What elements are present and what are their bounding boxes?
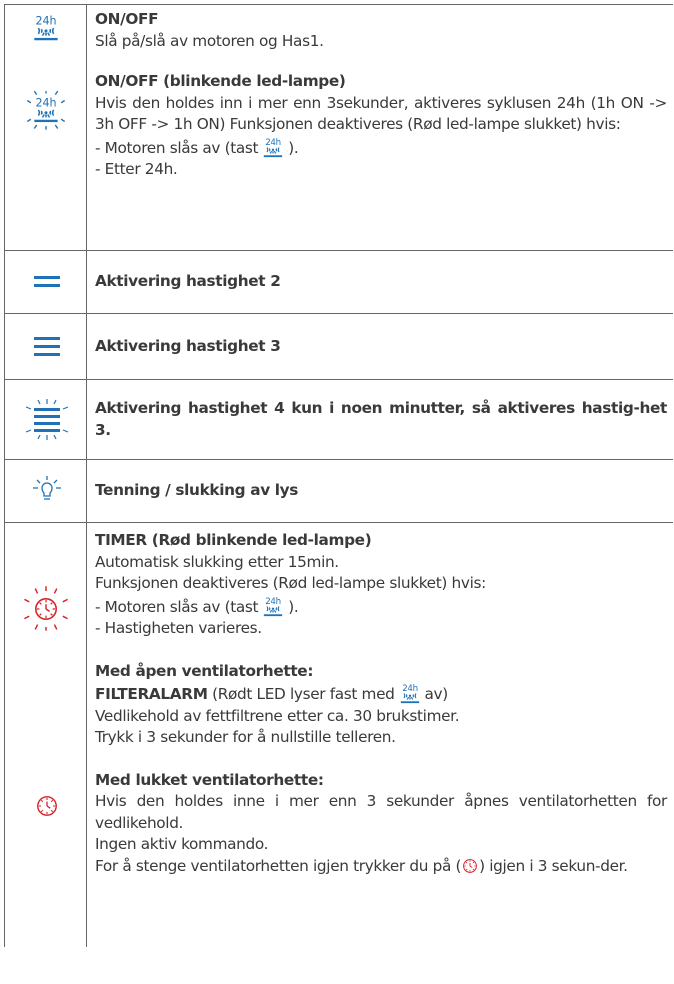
speed-4-title: Aktivering hastighet 4 kun i noen minutt…: [95, 399, 667, 439]
icon-column: [4, 314, 87, 379]
24h-fan-blinking-icon: [26, 90, 66, 130]
onoff-title: ON/OFF: [95, 10, 159, 28]
speed-3-title: Aktivering hastighet 3: [95, 336, 281, 355]
filter-open-line-3: Trykk i 3 sekunder for å nullstille tell…: [95, 728, 396, 746]
onoff-blink-item-1: - Motoren slås av (tast).: [95, 136, 667, 160]
timer-item-2: - Hastigheten varieres.: [95, 619, 262, 637]
onoff-blink-text: Hvis den holdes inn i mer enn 3sekunder,…: [95, 93, 667, 134]
timer-line-1: Automatisk slukking etter 15min.: [95, 552, 339, 571]
timer-item-1: - Motoren slås av (tast).: [95, 595, 667, 619]
instruction-page: ON/OFF Slå på/slå av motoren og Has1. ON…: [0, 0, 674, 984]
timer-icon: [37, 796, 57, 816]
24h-fan-icon: [33, 13, 59, 42]
filter-closed-title: Med lukket ventilatorhette:: [95, 770, 324, 789]
icon-column: [4, 523, 87, 947]
timer-title: TIMER (Rød blinkende led-lampe): [95, 531, 372, 549]
row-speed-4: Aktivering hastighet 4 kun i noen minutt…: [4, 380, 673, 460]
row-speed-3: Aktivering hastighet 3: [4, 314, 673, 380]
timer-line-2: Funksjonen deaktiveres (Rød led-lampe sl…: [95, 574, 486, 592]
24h-fan-icon: [399, 683, 420, 704]
24h-fan-icon: [263, 136, 283, 158]
speed-2-title: Aktivering hastighet 2: [95, 272, 281, 291]
light-title: Tenning / slukking av lys: [95, 481, 299, 500]
filter-closed-line-2: Ingen aktiv kommando.: [95, 835, 269, 853]
row-speed-2: Aktivering hastighet 2: [4, 251, 673, 314]
icon-column: [4, 251, 87, 313]
row-onoff: ON/OFF Slå på/slå av motoren og Has1. ON…: [4, 5, 673, 251]
row-light: Tenning / slukking av lys: [4, 460, 673, 523]
speed-3-icon: [34, 337, 60, 356]
control-panel-table: ON/OFF Slå på/slå av motoren og Has1. ON…: [4, 4, 673, 947]
filter-closed-line-1: Hvis den holdes inne i mer enn 3 sekunde…: [95, 792, 667, 832]
icon-column: [4, 5, 87, 250]
icon-column: [4, 460, 87, 522]
filter-alarm-line: FILTERALARM (Rødt LED lyser fast med av): [95, 682, 667, 706]
light-bulb-icon: [33, 476, 61, 500]
onoff-blink-item-2: - Etter 24h.: [95, 160, 178, 178]
onoff-text: Slå på/slå av motoren og Has1.: [95, 31, 324, 50]
speed-4-blinking-icon: [25, 399, 69, 440]
timer-icon: [463, 858, 477, 873]
timer-blinking-icon: [24, 586, 68, 631]
filter-open-title: Med åpen ventilatorhette:: [95, 661, 314, 680]
filter-open-line-2: Vedlikehold av fettfiltrene etter ca. 30…: [95, 706, 460, 725]
icon-column: [4, 380, 87, 459]
24h-fan-icon: [263, 595, 283, 617]
filter-closed-line-3: For å stenge ventilatorhetten igjen tryk…: [95, 856, 628, 875]
onoff-blink-title: ON/OFF (blinkende led-lampe): [95, 72, 346, 90]
row-timer: TIMER (Rød blinkende led-lampe) Automati…: [4, 523, 673, 947]
speed-2-icon: [34, 276, 60, 287]
